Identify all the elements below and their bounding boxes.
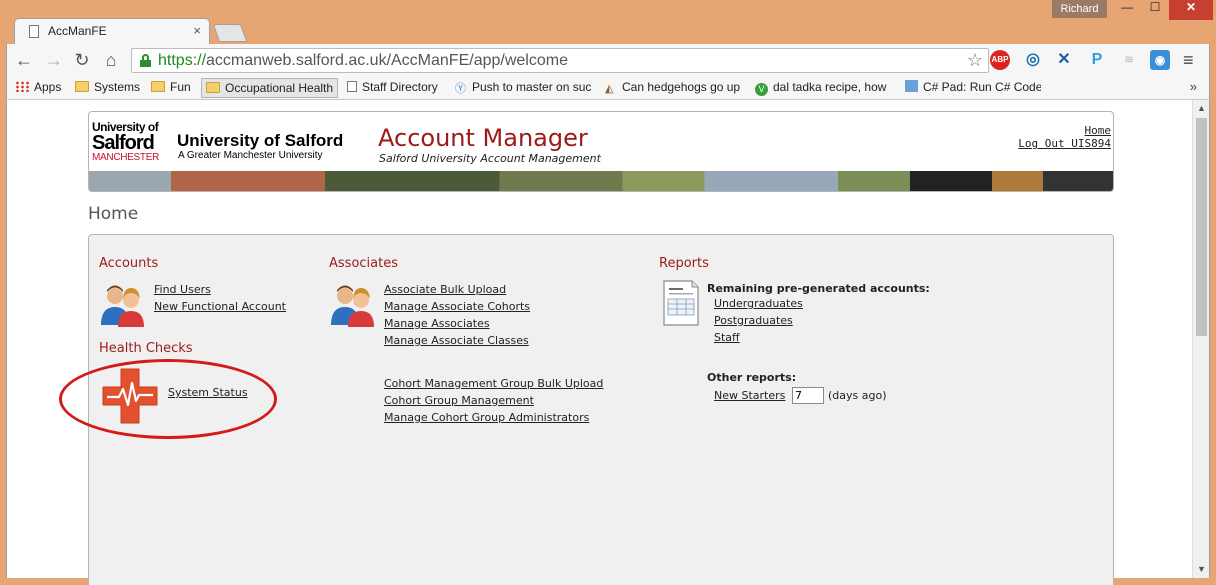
undergraduates-link[interactable]: Undergraduates [714, 297, 803, 310]
manage-associate-classes-link[interactable]: Manage Associate Classes [384, 334, 529, 347]
scroll-down-icon[interactable]: ▼ [1197, 564, 1206, 574]
scrollbar-thumb[interactable] [1196, 118, 1207, 336]
apps-grid-icon [15, 81, 29, 92]
signal-extension-icon[interactable]: ≋ [1119, 50, 1139, 70]
manage-cohort-admins-link[interactable]: Manage Cohort Group Administrators [384, 411, 589, 424]
folder-icon [151, 81, 165, 92]
associate-bulk-upload-link[interactable]: Associate Bulk Upload [384, 283, 506, 296]
csharp-pad-icon [905, 80, 918, 92]
bookmarks-overflow-icon[interactable]: » [1190, 79, 1197, 94]
health-checks-heading: Health Checks [99, 341, 193, 356]
university-tagline: A Greater Manchester University [178, 150, 323, 161]
new-starters-link[interactable]: New Starters [714, 389, 785, 402]
bookmarks-bar: Apps Systems Fun Occupational Health Sta… [6, 77, 1210, 100]
x-extension-icon[interactable]: ✕ [1054, 50, 1074, 70]
associates-heading: Associates [329, 256, 398, 271]
reports-heading: Reports [659, 256, 709, 271]
university-name: University of Salford [177, 131, 344, 150]
browser-tab[interactable]: AccManFE × [14, 18, 210, 44]
bookmark-csharp-pad[interactable]: C# Pad: Run C# Code [905, 80, 1041, 94]
v-site-icon: V [755, 83, 768, 96]
report-document-icon [663, 280, 699, 326]
profile-badge[interactable]: Richard [1052, 0, 1107, 18]
lock-icon [140, 54, 151, 67]
page-icon [29, 25, 39, 38]
folder-icon [75, 81, 89, 92]
menu-icon[interactable]: ≡ [1183, 50, 1194, 71]
cohort-group-management-link[interactable]: Cohort Group Management [384, 394, 534, 407]
cohort-bulk-upload-link[interactable]: Cohort Management Group Bulk Upload [384, 377, 603, 390]
scroll-up-icon[interactable]: ▲ [1197, 103, 1206, 113]
bookmark-occupational-health[interactable]: Occupational Health [201, 78, 339, 98]
associates-icon [331, 285, 374, 327]
hedgehog-icon: ◭ [605, 83, 614, 94]
new-tab-button[interactable] [212, 24, 248, 42]
home-link[interactable]: Home [1018, 124, 1112, 137]
wave-extension-icon[interactable]: ◎ [1023, 50, 1043, 70]
minimize-button[interactable]: — [1113, 0, 1141, 20]
health-cross-icon [102, 368, 158, 424]
days-ago-input[interactable] [792, 387, 824, 404]
bookmark-fun[interactable]: Fun [151, 80, 191, 94]
app-subtitle: Salford University Account Management [379, 152, 601, 165]
p-extension-icon[interactable]: P [1087, 50, 1107, 70]
adblock-icon[interactable]: ABP [990, 50, 1010, 70]
browser-toolbar: ← → ↻ ⌂ https://accmanweb.salford.ac.uk/… [6, 44, 1210, 77]
app-title: Account Manager [378, 124, 588, 152]
postgraduates-link[interactable]: Postgraduates [714, 314, 793, 327]
bookmark-staff-directory[interactable]: Staff Directory [347, 80, 438, 94]
university-logo[interactable]: University of Salford MANCHESTER [92, 121, 164, 163]
users-icon [101, 285, 144, 327]
forward-icon[interactable]: → [43, 50, 65, 71]
jenkins-icon: Ⓨ [455, 83, 466, 94]
site-header: University of Salford MANCHESTER Univers… [88, 111, 1114, 192]
folder-icon [206, 82, 220, 93]
accounts-heading: Accounts [99, 256, 159, 271]
page-viewport: University of Salford MANCHESTER Univers… [6, 100, 1210, 585]
bookmark-star-icon[interactable]: ☆ [967, 50, 983, 71]
system-status-link[interactable]: System Status [168, 386, 248, 399]
header-links: Home Log Out UIS894 [1018, 124, 1111, 150]
tab-close-icon[interactable]: × [193, 23, 201, 38]
url-text[interactable]: https://accmanweb.salford.ac.uk/AccManFE… [158, 52, 568, 70]
bookmark-apps[interactable]: Apps [15, 80, 61, 94]
home-icon[interactable]: ⌂ [100, 50, 122, 71]
bookmark-systems[interactable]: Systems [75, 80, 140, 94]
feed-extension-icon[interactable]: ◉ [1150, 50, 1170, 70]
find-users-link[interactable]: Find Users [154, 283, 211, 296]
page-title: Home [88, 204, 139, 224]
bookmark-dal-tadka[interactable]: Vdal tadka recipe, how [755, 80, 891, 96]
main-panel: Accounts Find Users New Functional Accou… [88, 234, 1114, 585]
tab-title: AccManFE [48, 24, 107, 38]
page-icon [347, 81, 357, 92]
remaining-accounts-label: Remaining pre-generated accounts: [707, 282, 930, 295]
maximize-button[interactable]: ☐ [1141, 0, 1169, 20]
reload-icon[interactable]: ↻ [71, 50, 93, 71]
back-icon[interactable]: ← [13, 50, 35, 71]
bookmark-push-to-master[interactable]: Ⓨ Push to master on suc [455, 80, 593, 94]
new-functional-account-link[interactable]: New Functional Account [154, 300, 286, 313]
manage-associates-link[interactable]: Manage Associates [384, 317, 490, 330]
staff-link[interactable]: Staff [714, 331, 740, 344]
other-reports-label: Other reports: [707, 371, 797, 384]
address-bar[interactable]: https://accmanweb.salford.ac.uk/AccManFE… [131, 48, 989, 73]
vertical-scrollbar[interactable]: ▲ ▼ [1192, 100, 1209, 578]
banner-image [89, 171, 1113, 191]
bookmark-hedgehogs[interactable]: ◭ Can hedgehogs go up [605, 80, 741, 94]
days-ago-label: (days ago) [828, 389, 887, 402]
title-bar: AccManFE × Richard — ☐ ✕ [0, 0, 1216, 44]
close-window-button[interactable]: ✕ [1169, 0, 1213, 20]
logout-link[interactable]: Log Out UIS894 [1018, 137, 1111, 150]
manage-associate-cohorts-link[interactable]: Manage Associate Cohorts [384, 300, 530, 313]
